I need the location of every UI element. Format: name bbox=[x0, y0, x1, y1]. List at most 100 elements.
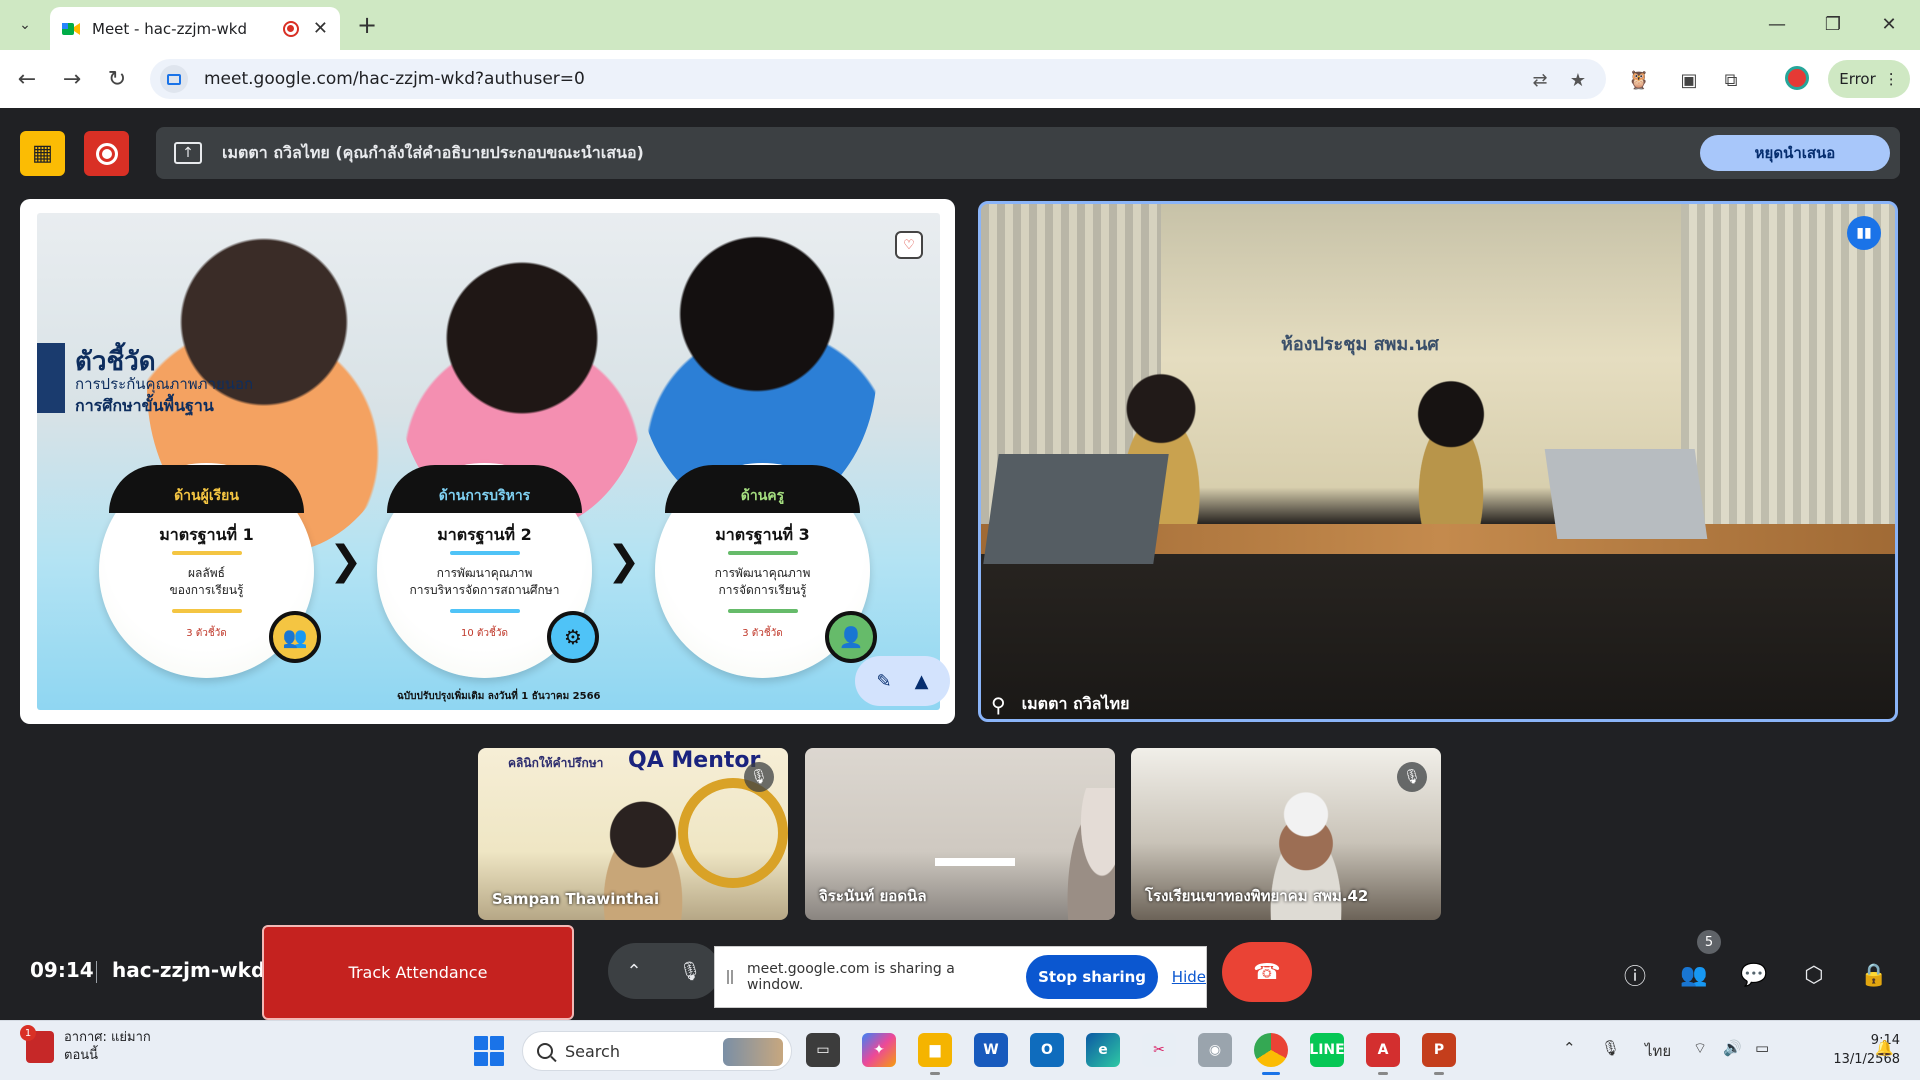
weather-widget[interactable]: อากาศ: แย่มาก ตอนนี้ bbox=[20, 1025, 151, 1065]
weather-alert-icon bbox=[20, 1025, 54, 1063]
chevron-right-icon: ❯ bbox=[329, 538, 363, 584]
participant-2-video bbox=[1060, 788, 1115, 920]
arrow-right-icon: → bbox=[62, 66, 82, 92]
standard-divider-1b bbox=[172, 609, 242, 613]
host-controls-lock-icon[interactable]: 🔒 bbox=[1857, 958, 1891, 992]
powerpoint-icon[interactable]: P bbox=[1422, 1033, 1456, 1075]
line-app-icon[interactable]: LINE bbox=[1309, 1033, 1345, 1067]
sharing-notification: meet.google.com is sharing a window. Sto… bbox=[714, 946, 1207, 1008]
participant-tile-3[interactable]: 🎙 โรงเรียนเขาทองพิทยาคม สพม.42 bbox=[1131, 748, 1441, 920]
show-hidden-icons[interactable]: ⌃ bbox=[1563, 1039, 1576, 1057]
close-window-button[interactable]: ✕ bbox=[1864, 8, 1914, 40]
profile-error-button[interactable]: Error ⋮ bbox=[1828, 60, 1910, 98]
new-tab-button[interactable]: + bbox=[352, 10, 382, 40]
chevron-up-icon-mic[interactable]: ⌃ bbox=[627, 961, 642, 982]
annotate-pen-icon[interactable]: ✎ bbox=[877, 671, 892, 692]
standard-desc-3-line2: การจัดการเรียนรู้ bbox=[718, 583, 807, 597]
chat-icon[interactable]: 💬 bbox=[1737, 958, 1771, 992]
main-participant-label: ⚲ เมตตา ถวิลไทย bbox=[991, 692, 1129, 717]
site-info-icon[interactable] bbox=[160, 65, 188, 93]
taskbar-search-label: Search bbox=[565, 1041, 620, 1061]
forward-button[interactable]: → bbox=[55, 62, 89, 96]
standard-header-2: ด้านการบริหาร bbox=[387, 465, 582, 513]
standard-desc-3-line1: การพัฒนาคุณภาพ bbox=[714, 566, 811, 580]
acrobat-icon[interactable]: A bbox=[1366, 1033, 1400, 1075]
participant-tile-1[interactable]: คลินิกให้คำปรึกษา QA Mentor 🎙 Sampan Tha… bbox=[478, 748, 788, 920]
windows-start-icon[interactable] bbox=[474, 1036, 504, 1066]
no-slides-icon: ▦ bbox=[32, 141, 53, 166]
standard-desc-2: การพัฒนาคุณภาพ การบริหารจัดการสถานศึกษา bbox=[377, 565, 592, 599]
on-extension-icon[interactable]: ▣ bbox=[1676, 67, 1702, 93]
weather-line-1: อากาศ: แย่มาก bbox=[64, 1030, 151, 1045]
standard-desc-1: ผลลัพธ์ ของการเรียนรู้ bbox=[99, 565, 314, 599]
stop-sharing-button[interactable]: Stop sharing bbox=[1026, 955, 1158, 999]
pin-icon[interactable]: ⚲ bbox=[991, 693, 1006, 717]
tray-microphone-icon[interactable]: 🎙 bbox=[1601, 1039, 1620, 1057]
annotation-toolbar[interactable]: ✎ ▲ bbox=[855, 656, 950, 706]
main-participant-tile[interactable]: ห้องประชุม สพม.นศ ▮▮ ⚲ เมตตา ถวิลไทย bbox=[978, 201, 1898, 722]
bookmark-star-icon[interactable]: ★ bbox=[1566, 68, 1590, 92]
word-icon[interactable]: W bbox=[974, 1033, 1008, 1067]
meeting-info-icon[interactable]: ⓘ bbox=[1618, 958, 1652, 992]
notification-bell-icon[interactable]: 🔔 bbox=[1875, 1039, 1894, 1057]
battery-icon[interactable]: ▭ bbox=[1755, 1039, 1769, 1057]
profile-error-label: Error bbox=[1839, 70, 1876, 88]
taskbar-search[interactable]: Search bbox=[522, 1031, 792, 1071]
standard-desc-2-line1: การพัฒนาคุณภาพ bbox=[436, 566, 533, 580]
wifi-icon[interactable]: ⌔ bbox=[1693, 1039, 1707, 1058]
back-button[interactable]: ← bbox=[10, 62, 44, 96]
mic-off-icon: 🎙 bbox=[744, 762, 774, 792]
chrome-icon[interactable] bbox=[1254, 1033, 1288, 1075]
standard-title-3: มาตรฐานที่ 3 bbox=[715, 525, 810, 544]
camera-curtain-right bbox=[1681, 204, 1895, 534]
meet-stage: ▦ ↑ เมตตา ถวิลไทย (คุณกำลังใส่คำอธิบายปร… bbox=[0, 108, 1920, 1020]
edge-icon[interactable]: e bbox=[1086, 1033, 1120, 1067]
drag-grip-icon[interactable] bbox=[727, 970, 733, 984]
task-view-icon[interactable]: ▭ bbox=[806, 1033, 840, 1067]
recording-button[interactable] bbox=[84, 131, 129, 176]
profile-avatar[interactable] bbox=[1785, 66, 1809, 90]
address-bar[interactable]: meet.google.com/hac-zzjm-wkd?authuser=0 … bbox=[150, 59, 1606, 99]
outlook-icon[interactable]: O bbox=[1030, 1033, 1064, 1067]
track-attendance-button[interactable]: Track Attendance bbox=[262, 925, 574, 1020]
extensions-puzzle-icon[interactable]: ⧉ bbox=[1718, 67, 1744, 93]
presenting-status-text: เมตตา ถวิลไทย (คุณกำลังใส่คำอธิบายประกอบ… bbox=[222, 142, 644, 162]
microphone-icon[interactable]: 🎙 bbox=[679, 961, 702, 982]
reload-icon: ↻ bbox=[107, 66, 127, 92]
translate-icon[interactable]: ⇄ bbox=[1528, 68, 1552, 92]
restore-button[interactable]: ❐ bbox=[1808, 8, 1858, 40]
language-indicator[interactable]: ไทย bbox=[1645, 1039, 1671, 1063]
people-icon[interactable]: 👥 bbox=[1677, 958, 1711, 992]
standard-divider-2b bbox=[450, 609, 520, 613]
stop-presenting-button[interactable]: หยุดนำเสนอ bbox=[1700, 135, 1890, 171]
minimize-button[interactable]: — bbox=[1752, 8, 1802, 40]
presentation-tile[interactable]: ♡ ตัวชี้วัด การประกันคุณภาพภายนอก การศึก… bbox=[20, 199, 955, 724]
mic-control-group[interactable]: ⌃ 🎙 bbox=[608, 943, 720, 999]
camera-app-icon[interactable]: ◉ bbox=[1198, 1033, 1232, 1067]
owl-extension-icon[interactable]: 🦉 bbox=[1626, 67, 1652, 93]
tab-close-icon[interactable]: ✕ bbox=[313, 18, 328, 39]
browser-tab-meet[interactable]: Meet - hac-zzjm-wkd ✕ bbox=[50, 7, 340, 50]
chevron-right-icon-2: ❯ bbox=[607, 538, 641, 584]
activities-icon[interactable]: ⬡ bbox=[1797, 958, 1831, 992]
host-controls-button[interactable]: ▦ bbox=[20, 131, 65, 176]
standard-divider-1 bbox=[172, 551, 242, 555]
chevron-up-icon[interactable]: ▲ bbox=[915, 671, 929, 692]
tab-search-button[interactable]: ⌄ bbox=[10, 10, 40, 40]
slide-subtitle-line2: การศึกษาขั้นพื้นฐาน bbox=[75, 396, 214, 415]
present-upload-icon: ↑ bbox=[174, 142, 202, 164]
reload-button[interactable]: ↻ bbox=[100, 62, 134, 96]
hide-link[interactable]: Hide bbox=[1172, 968, 1206, 986]
chevron-down-icon: ⌄ bbox=[19, 17, 31, 33]
file-explorer-icon[interactable]: ▆ bbox=[918, 1033, 952, 1075]
participant-tile-2[interactable]: จิระนันท์ ยอดนิล bbox=[805, 748, 1115, 920]
arrow-left-icon: ← bbox=[17, 66, 37, 92]
slide-footnote: ฉบับปรับปรุงเพิ่มเติม ลงวันที่ 1 ธันวาคม… bbox=[397, 691, 601, 702]
volume-icon[interactable]: 🔊 bbox=[1723, 1039, 1742, 1057]
standard-title-1: มาตรฐานที่ 1 bbox=[159, 525, 254, 544]
leave-call-button[interactable]: ☎ bbox=[1222, 942, 1312, 1002]
students-icon: 👥 bbox=[269, 611, 321, 663]
copilot-icon[interactable]: ✦ bbox=[862, 1033, 896, 1067]
snipping-tool-icon[interactable]: ✂ bbox=[1142, 1033, 1176, 1067]
presentation-slide: ♡ ตัวชี้วัด การประกันคุณภาพภายนอก การศึก… bbox=[37, 213, 940, 710]
